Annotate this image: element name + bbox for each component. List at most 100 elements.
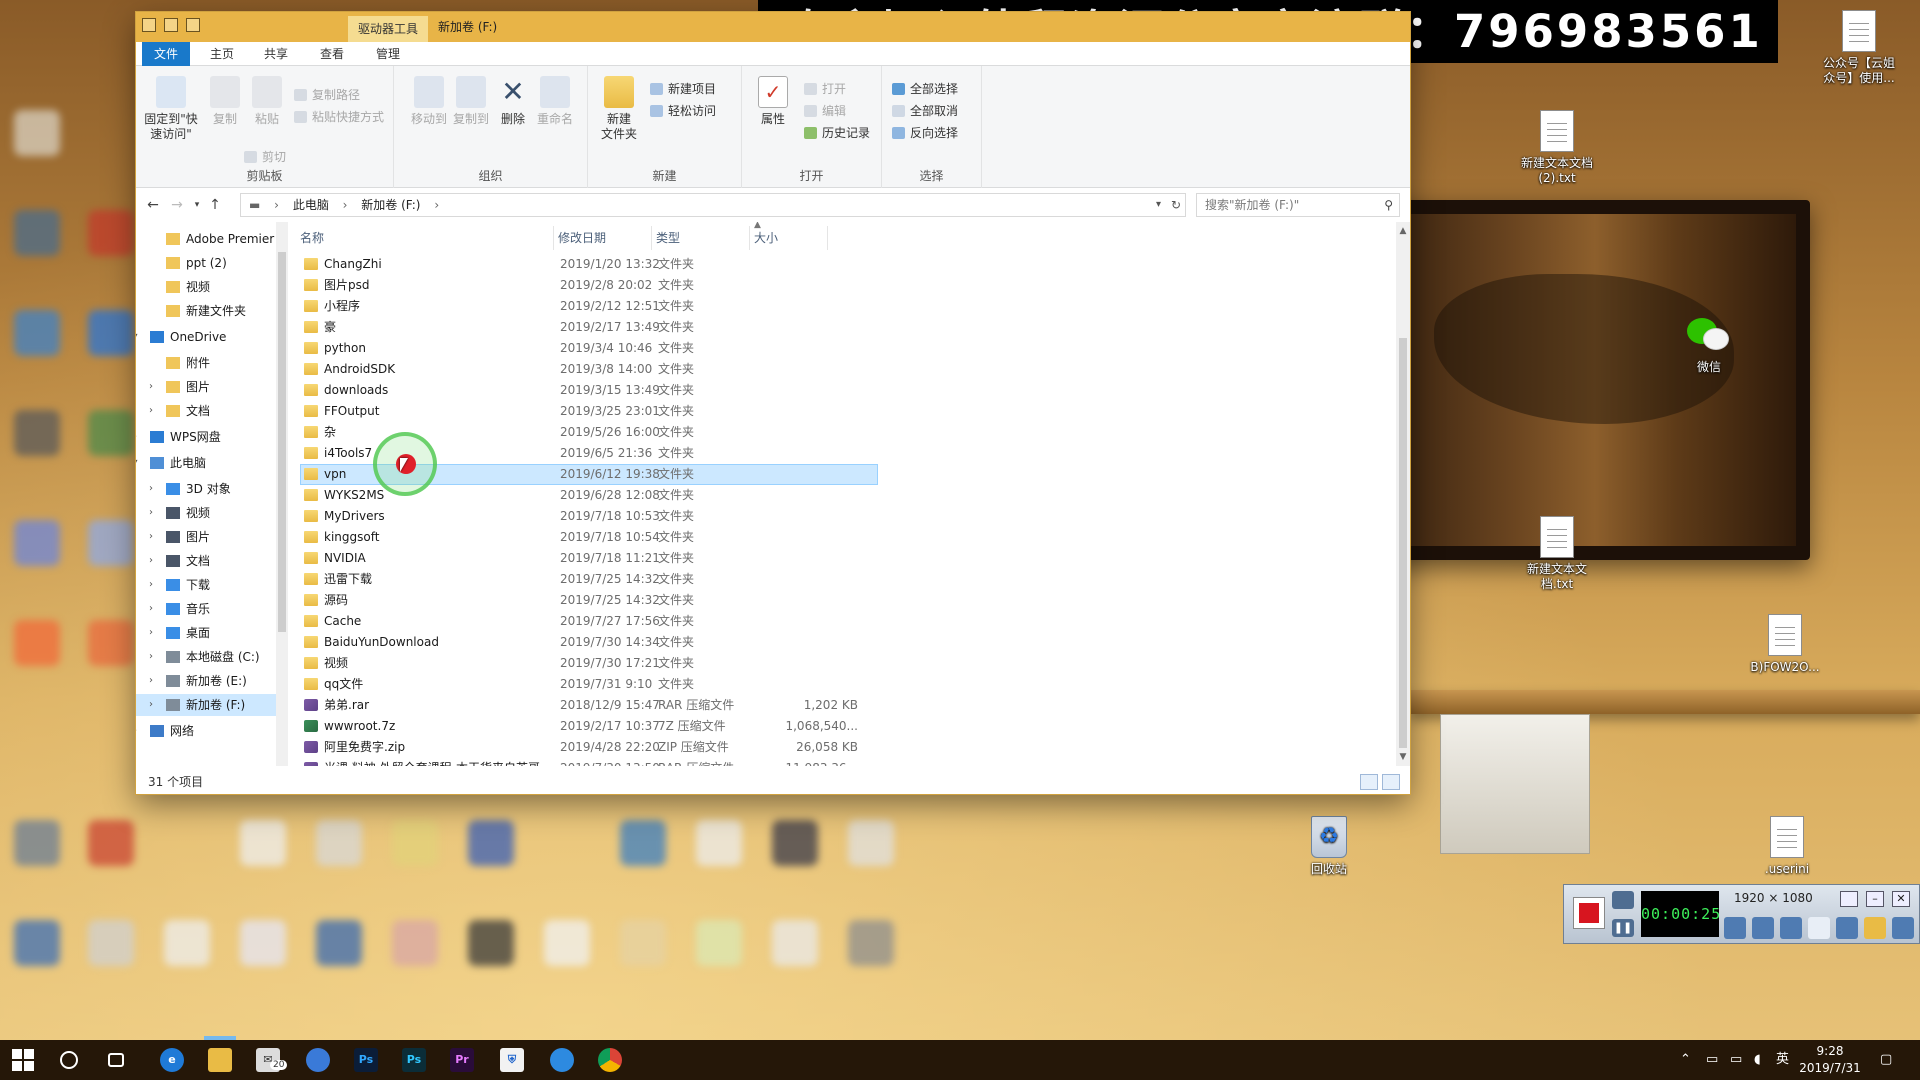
- pin-quick-access-button[interactable]: 固定到"快 速访问": [140, 76, 202, 142]
- gear-icon[interactable]: [1892, 917, 1914, 939]
- file-row[interactable]: 源码 2019/7/25 14:32 文件夹: [300, 590, 878, 611]
- rename-button[interactable]: 重命名: [528, 76, 582, 127]
- nav-item[interactable]: › WPS网盘: [136, 426, 288, 448]
- security-shield-icon[interactable]: ⛨: [500, 1048, 524, 1072]
- cursor-icon[interactable]: [1808, 917, 1830, 939]
- paste-button[interactable]: 粘贴: [240, 76, 294, 127]
- open-button[interactable]: 打开: [804, 80, 846, 98]
- paste-shortcut-button[interactable]: 粘贴快捷方式: [294, 108, 384, 126]
- expand-chevron-icon[interactable]: ▾: [136, 326, 140, 348]
- premiere-icon[interactable]: Pr: [450, 1048, 474, 1072]
- file-row[interactable]: 视频 2019/7/30 17:21 文件夹: [300, 653, 878, 674]
- expand-chevron-icon[interactable]: ›: [136, 720, 140, 742]
- nav-item[interactable]: › 图片: [136, 526, 288, 548]
- nav-item[interactable]: 附件: [136, 352, 288, 374]
- file-row[interactable]: Cache 2019/7/27 17:56 文件夹: [300, 611, 878, 632]
- close-icon[interactable]: ✕: [1892, 891, 1910, 907]
- tab-share[interactable]: 共享: [252, 42, 300, 66]
- nav-item[interactable]: › 文档: [136, 550, 288, 572]
- nav-item[interactable]: › 视频: [136, 502, 288, 524]
- file-row[interactable]: NVIDIA 2019/7/18 11:21 文件夹: [300, 548, 878, 569]
- cut-button[interactable]: 剪切: [244, 148, 286, 166]
- nav-item[interactable]: › 3D 对象: [136, 478, 288, 500]
- scrollbar-thumb[interactable]: [1399, 338, 1407, 748]
- edit-button[interactable]: 编辑: [804, 102, 846, 120]
- camera-icon[interactable]: [1612, 891, 1634, 909]
- file-row[interactable]: 阿里免费字.zip 2019/4/28 22:20 ZIP 压缩文件 26,058 K…: [300, 737, 878, 758]
- expand-chevron-icon[interactable]: ›: [146, 550, 156, 572]
- breadcrumb-drive-f[interactable]: 新加卷 (F:): [361, 198, 420, 212]
- file-row[interactable]: MyDrivers 2019/7/18 10:53 文件夹: [300, 506, 878, 527]
- history-button[interactable]: 历史记录: [804, 124, 870, 142]
- microphone-icon[interactable]: [1752, 917, 1774, 939]
- expand-chevron-icon[interactable]: ›: [146, 400, 156, 422]
- chat-app-icon[interactable]: [550, 1048, 574, 1072]
- pause-button[interactable]: ❚❚: [1612, 919, 1634, 937]
- file-row[interactable]: kinggsoft 2019/7/18 10:54 文件夹: [300, 527, 878, 548]
- back-arrow-icon[interactable]: ←: [144, 196, 162, 214]
- desktop-icon-wechat[interactable]: 微信: [1654, 314, 1764, 375]
- photoshop-icon[interactable]: Ps: [354, 1048, 378, 1072]
- properties-qat-icon[interactable]: [164, 18, 178, 32]
- fullscreen-icon[interactable]: [1840, 891, 1858, 907]
- navigation-scrollbar[interactable]: [276, 222, 288, 766]
- expand-chevron-icon[interactable]: ›: [146, 646, 156, 668]
- column-header-date[interactable]: 修改日期: [554, 226, 652, 250]
- new-folder-qat-icon[interactable]: [186, 18, 200, 32]
- windows-start-icon[interactable]: [12, 1049, 34, 1071]
- nav-item[interactable]: ▾ 此电脑: [136, 452, 288, 474]
- expand-chevron-icon[interactable]: ▾: [136, 452, 140, 474]
- expand-chevron-icon[interactable]: ›: [146, 574, 156, 596]
- select-none-button[interactable]: 全部取消: [892, 102, 958, 120]
- task-view-icon[interactable]: [108, 1053, 124, 1067]
- column-header-type[interactable]: 类型: [652, 226, 750, 250]
- expand-chevron-icon[interactable]: ›: [136, 426, 140, 448]
- taskbar-clock[interactable]: 9:28 2019/7/31: [1790, 1043, 1870, 1077]
- expand-chevron-icon[interactable]: ›: [146, 670, 156, 692]
- expand-chevron-icon[interactable]: ›: [146, 622, 156, 644]
- nav-item[interactable]: › 下载: [136, 574, 288, 596]
- expand-chevron-icon[interactable]: ›: [146, 502, 156, 524]
- new-folder-button[interactable]: 新建 文件夹: [592, 76, 646, 142]
- file-row[interactable]: qq文件 2019/7/31 9:10 文件夹: [300, 674, 878, 695]
- desktop-icon-userini[interactable]: .userini: [1732, 816, 1842, 877]
- file-row[interactable]: 图片psd 2019/2/8 20:02 文件夹: [300, 275, 878, 296]
- tab-home[interactable]: 主页: [198, 42, 246, 66]
- details-view-icon[interactable]: [1360, 774, 1378, 790]
- nav-item[interactable]: › 本地磁盘 (C:): [136, 646, 288, 668]
- expand-chevron-icon[interactable]: ›: [146, 478, 156, 500]
- scroll-down-arrow-icon[interactable]: ▼: [1396, 752, 1410, 762]
- ime-indicator[interactable]: 英: [1776, 1040, 1789, 1080]
- file-row[interactable]: downloads 2019/3/15 13:49 文件夹: [300, 380, 878, 401]
- folder-icon[interactable]: [1864, 917, 1886, 939]
- file-row[interactable]: 豪 2019/2/17 13:49 文件夹: [300, 317, 878, 338]
- nav-item[interactable]: ▾ OneDrive: [136, 326, 288, 348]
- forward-arrow-icon[interactable]: →: [168, 196, 186, 214]
- nav-item[interactable]: ppt (2): [136, 252, 288, 274]
- recent-locations-chevron-icon[interactable]: ▾: [188, 196, 206, 214]
- chrome-icon[interactable]: [598, 1048, 622, 1072]
- file-row[interactable]: FFOutput 2019/3/25 23:01 文件夹: [300, 401, 878, 422]
- photoshop-alt-icon[interactable]: Ps: [402, 1048, 426, 1072]
- nav-item[interactable]: Adobe Premier: [136, 228, 288, 250]
- copy-path-button[interactable]: 复制路径: [294, 86, 360, 104]
- nav-item[interactable]: › 新加卷 (E:): [136, 670, 288, 692]
- nav-item[interactable]: › 文档: [136, 400, 288, 422]
- speaker-icon[interactable]: [1724, 917, 1746, 939]
- nav-item[interactable]: › 桌面: [136, 622, 288, 644]
- file-explorer-icon[interactable]: [208, 1048, 232, 1072]
- refresh-icon[interactable]: ↻: [1171, 194, 1181, 216]
- new-item-button[interactable]: 新建项目: [650, 80, 716, 98]
- select-all-button[interactable]: 全部选择: [892, 80, 958, 98]
- file-row[interactable]: python 2019/3/4 10:46 文件夹: [300, 338, 878, 359]
- address-bar[interactable]: ▬ › 此电脑 › 新加卷 (F:) › ▾ ↻: [240, 193, 1186, 217]
- drive-tools-context-tab[interactable]: 驱动器工具: [348, 16, 429, 42]
- window-menu-icon[interactable]: [142, 18, 156, 32]
- volume-icon[interactable]: ◖: [1754, 1040, 1761, 1080]
- file-row[interactable]: 米课 料神 外贸全套课程-本干货来自芙哥... 2019/7/30 13:50RA…: [300, 758, 878, 766]
- expand-chevron-icon[interactable]: ›: [146, 598, 156, 620]
- nav-item[interactable]: › 网络: [136, 720, 288, 742]
- desktop-icon-new-text-2[interactable]: 新建文本文档 (2).txt: [1502, 110, 1612, 186]
- edge-browser-icon[interactable]: e: [160, 1048, 184, 1072]
- search-circle-icon[interactable]: [60, 1051, 78, 1069]
